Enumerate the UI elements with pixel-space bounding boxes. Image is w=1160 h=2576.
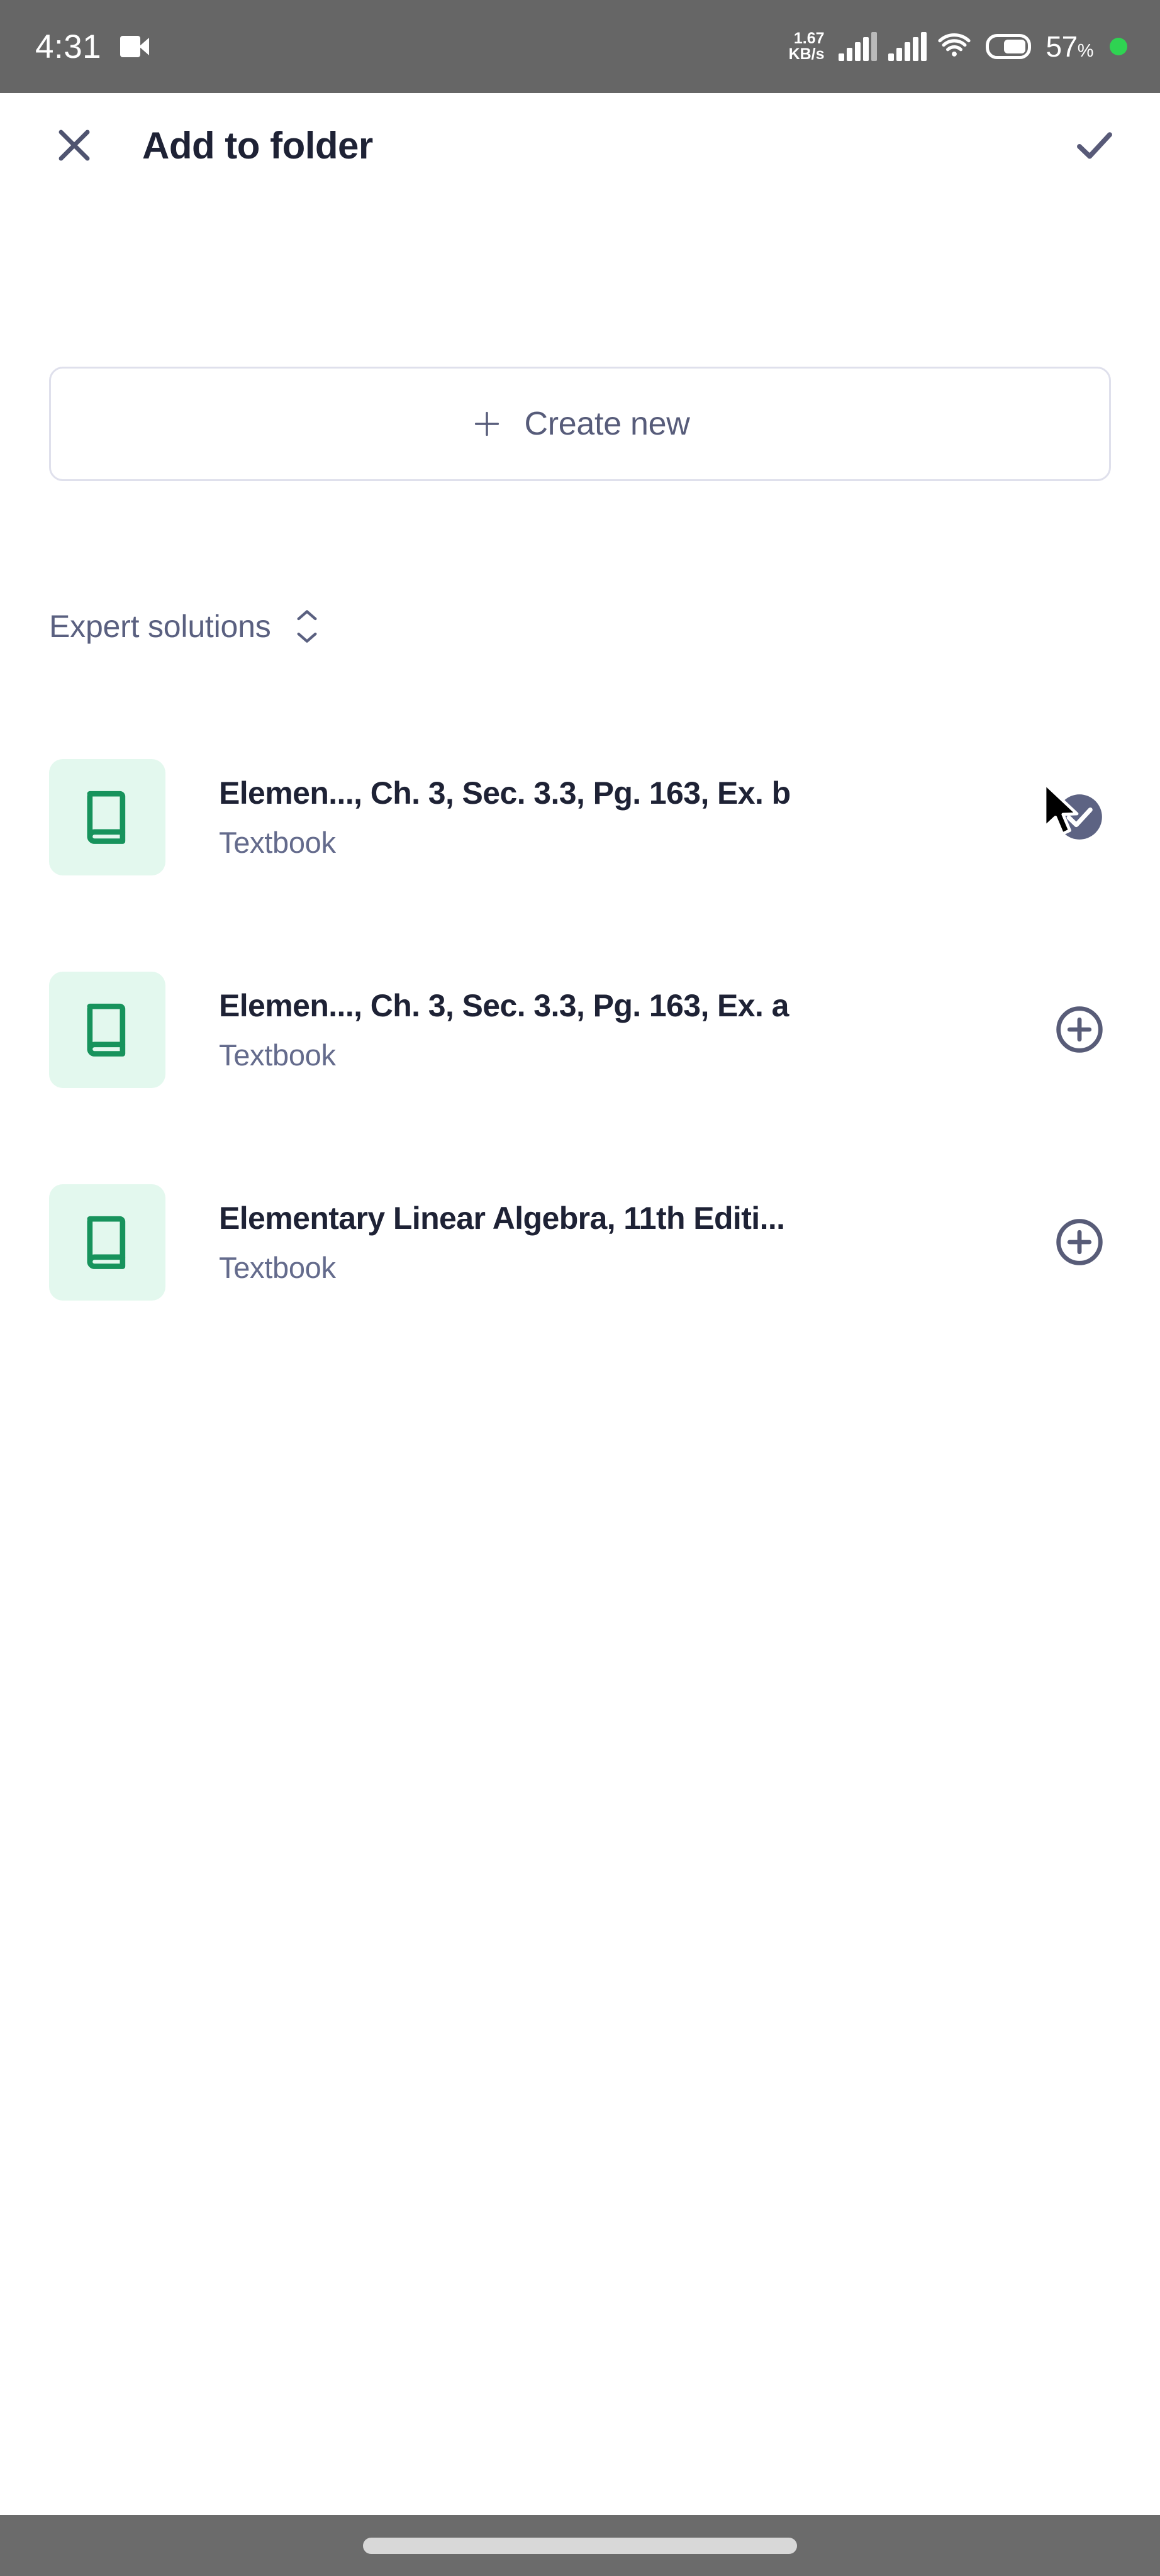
network-speed-unit: KB/s <box>788 45 825 63</box>
item-toggle-button[interactable] <box>1049 787 1110 847</box>
status-bar-right: 1.67 KB/s 57% <box>789 30 1127 64</box>
item-thumbnail <box>49 971 165 1088</box>
confirm-button[interactable] <box>1064 115 1125 175</box>
create-new-button[interactable]: Create new <box>49 367 1111 481</box>
page-title: Add to folder <box>142 124 373 167</box>
item-text-block: Elementary Linear Algebra, 11th Editi...… <box>219 1200 1030 1285</box>
status-bar-left: 4:31 <box>35 28 150 65</box>
plus-circle-icon <box>1056 1219 1103 1265</box>
item-thumbnail <box>49 1184 165 1301</box>
chevron-down-icon <box>297 632 317 643</box>
section-title: Expert solutions <box>49 609 271 644</box>
battery-percent-label: 57% <box>1046 30 1094 63</box>
item-title: Elemen..., Ch. 3, Sec. 3.3, Pg. 163, Ex.… <box>219 987 789 1023</box>
system-navigation-bar <box>0 2515 1160 2576</box>
status-bar-clock: 4:31 <box>35 28 102 65</box>
status-bar: 4:31 1.67 KB/s 57% <box>0 0 1160 93</box>
book-icon <box>87 1003 125 1057</box>
book-icon <box>87 1216 125 1269</box>
recording-indicator-dot <box>1110 38 1127 55</box>
battery-icon <box>985 34 1031 59</box>
item-thumbnail <box>49 758 165 875</box>
list-item[interactable]: Elemen..., Ch. 3, Sec. 3.3, Pg. 163, Ex.… <box>0 711 1160 923</box>
video-record-icon <box>120 36 150 57</box>
wifi-icon <box>937 33 971 57</box>
phone-screen: 4:31 1.67 KB/s 57% Add to folder Create … <box>0 0 1160 2576</box>
expert-solutions-list: Elemen..., Ch. 3, Sec. 3.3, Pg. 163, Ex.… <box>0 711 1160 1348</box>
plus-icon <box>474 411 499 436</box>
network-speed-indicator: 1.67 KB/s <box>788 29 825 63</box>
item-text-block: Elemen..., Ch. 3, Sec. 3.3, Pg. 163, Ex.… <box>219 987 1030 1072</box>
home-indicator-pill[interactable] <box>363 2537 797 2554</box>
item-add-button[interactable] <box>1049 1212 1110 1272</box>
app-header: Add to folder <box>0 93 1160 197</box>
network-speed-value: 1.67 <box>793 29 825 47</box>
item-add-button[interactable] <box>1049 999 1110 1060</box>
sort-toggle-button[interactable] <box>293 606 321 647</box>
cellular-signal-icon-2 <box>888 32 927 61</box>
create-new-label: Create new <box>524 406 690 442</box>
list-item[interactable]: Elemen..., Ch. 3, Sec. 3.3, Pg. 163, Ex.… <box>0 923 1160 1136</box>
item-subtitle: Textbook <box>219 1250 336 1284</box>
close-icon <box>59 130 90 161</box>
check-icon <box>1077 132 1112 159</box>
list-item[interactable]: Elementary Linear Algebra, 11th Editi...… <box>0 1136 1160 1348</box>
close-button[interactable] <box>47 118 102 173</box>
item-subtitle: Textbook <box>219 1038 336 1072</box>
cellular-signal-icon-1 <box>838 32 877 61</box>
item-subtitle: Textbook <box>219 825 336 859</box>
item-title: Elementary Linear Algebra, 11th Editi... <box>219 1200 785 1236</box>
item-text-block: Elemen..., Ch. 3, Sec. 3.3, Pg. 163, Ex.… <box>219 775 1030 860</box>
section-header-expert-solutions: Expert solutions <box>49 606 321 647</box>
check-circle-filled-icon <box>1057 794 1102 840</box>
item-title: Elemen..., Ch. 3, Sec. 3.3, Pg. 163, Ex.… <box>219 775 791 811</box>
chevron-up-icon <box>297 610 317 621</box>
plus-circle-icon <box>1056 1006 1103 1053</box>
book-icon <box>87 791 125 844</box>
